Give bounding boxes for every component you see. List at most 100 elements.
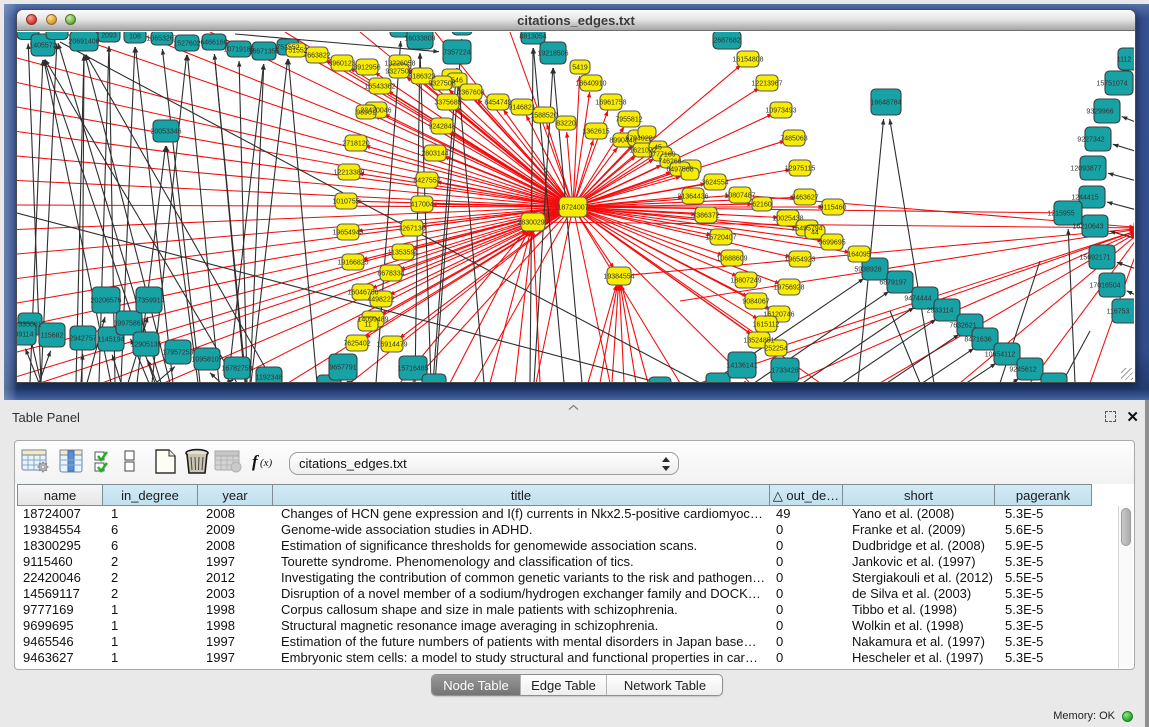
svg-text:2942757: 2942757 bbox=[69, 336, 96, 343]
svg-text:1615112: 1615112 bbox=[753, 322, 780, 329]
svg-text:115682: 115682 bbox=[41, 333, 64, 340]
svg-text:16046756: 16046756 bbox=[347, 290, 378, 297]
svg-text:13226058: 13226058 bbox=[384, 61, 415, 68]
svg-text:9657791: 9657791 bbox=[329, 365, 356, 372]
svg-text:16120746: 16120746 bbox=[763, 312, 794, 319]
svg-text:10025438: 10025438 bbox=[772, 216, 803, 223]
svg-text:18807249: 18807249 bbox=[730, 278, 761, 285]
svg-text:1112: 1112 bbox=[1117, 57, 1132, 64]
svg-text:5419: 5419 bbox=[572, 65, 588, 72]
svg-text:11353594: 11353594 bbox=[388, 250, 419, 257]
svg-text:17016504: 17016504 bbox=[1089, 283, 1120, 290]
svg-text:19384554: 19384554 bbox=[603, 274, 634, 281]
svg-text:6794028: 6794028 bbox=[625, 136, 652, 143]
svg-text:16033809: 16033809 bbox=[404, 36, 435, 43]
svg-text:17957253: 17957253 bbox=[162, 350, 193, 357]
svg-text:3624554: 3624554 bbox=[701, 180, 728, 187]
svg-text:20691406: 20691406 bbox=[68, 39, 99, 46]
svg-text:9242848: 9242848 bbox=[428, 124, 455, 131]
svg-text:3267130: 3267130 bbox=[398, 226, 425, 233]
svg-text:11: 11 bbox=[364, 322, 371, 329]
svg-text:2367608: 2367608 bbox=[457, 90, 484, 97]
svg-text:2687682: 2687682 bbox=[713, 38, 740, 45]
svg-text:98901: 98901 bbox=[356, 110, 376, 117]
svg-text:7625402: 7625402 bbox=[343, 341, 370, 348]
svg-text:10654112: 10654112 bbox=[985, 352, 1016, 359]
svg-text:1405572: 1405572 bbox=[29, 43, 56, 50]
svg-text:19166825: 19166825 bbox=[337, 260, 368, 267]
svg-text:7386372: 7386372 bbox=[692, 213, 719, 220]
svg-text:252254: 252254 bbox=[764, 346, 787, 353]
svg-text:19756928: 19756928 bbox=[773, 285, 804, 292]
svg-text:1527602: 1527602 bbox=[173, 41, 200, 48]
svg-text:6879197: 6879197 bbox=[879, 280, 906, 287]
svg-text:164095: 164095 bbox=[847, 252, 870, 259]
svg-text:1362615: 1362615 bbox=[582, 129, 609, 136]
svg-text:8813054: 8813054 bbox=[519, 34, 546, 41]
svg-text:f: f bbox=[252, 452, 260, 471]
svg-text:45: 45 bbox=[654, 145, 662, 152]
svg-text:2093: 2093 bbox=[101, 33, 117, 40]
svg-text:13524851: 13524851 bbox=[743, 338, 774, 345]
svg-text:417004: 417004 bbox=[410, 202, 433, 209]
svg-text:0699695: 0699695 bbox=[818, 240, 845, 247]
svg-text:14099489: 14099489 bbox=[357, 317, 388, 324]
svg-text:7955812: 7955812 bbox=[615, 117, 642, 124]
svg-text:108: 108 bbox=[129, 34, 141, 41]
svg-text:21364436: 21364436 bbox=[677, 194, 708, 201]
svg-text:9227342: 9227342 bbox=[1077, 137, 1104, 144]
svg-text:116753: 116753 bbox=[1107, 309, 1130, 316]
svg-text:15716485: 15716485 bbox=[397, 366, 428, 373]
svg-text:19654943: 19654943 bbox=[332, 230, 363, 237]
svg-text:1244415: 1244415 bbox=[1071, 195, 1098, 202]
svg-text:7485063: 7485063 bbox=[780, 136, 807, 143]
svg-text:12905135: 12905135 bbox=[130, 342, 161, 349]
svg-text:1215955: 1215955 bbox=[1047, 211, 1074, 218]
svg-text:10958107: 10958107 bbox=[191, 357, 222, 364]
svg-text:(x): (x) bbox=[260, 457, 273, 469]
svg-text:1588520: 1588520 bbox=[530, 113, 557, 120]
svg-text:62160: 62160 bbox=[752, 202, 772, 209]
svg-text:9146821: 9146821 bbox=[508, 105, 535, 112]
svg-text:16210643: 16210643 bbox=[1072, 224, 1103, 231]
svg-text:16782759: 16782759 bbox=[221, 366, 252, 373]
svg-text:4498222: 4498222 bbox=[367, 297, 394, 304]
svg-text:1010755: 1010755 bbox=[332, 199, 359, 206]
svg-text:83220: 83220 bbox=[556, 121, 576, 128]
svg-text:10688609: 10688609 bbox=[716, 256, 747, 263]
svg-text:16671355: 16671355 bbox=[248, 49, 279, 56]
svg-text:20206576: 20206576 bbox=[90, 298, 121, 305]
svg-text:16154808: 16154808 bbox=[732, 57, 763, 64]
svg-text:15720407: 15720407 bbox=[705, 235, 736, 242]
svg-text:746266: 746266 bbox=[658, 159, 681, 166]
svg-text:16543362: 16543362 bbox=[364, 84, 395, 91]
svg-text:3375685: 3375685 bbox=[434, 100, 461, 107]
svg-text:9084067: 9084067 bbox=[742, 299, 769, 306]
svg-text:9463627: 9463627 bbox=[791, 195, 818, 202]
svg-text:1192348: 1192348 bbox=[256, 375, 283, 382]
svg-text:2718120: 2718120 bbox=[342, 141, 369, 148]
svg-text:7357224: 7357224 bbox=[443, 50, 470, 57]
svg-text:6466160: 6466160 bbox=[200, 40, 227, 47]
svg-text:8427552: 8427552 bbox=[413, 178, 440, 185]
svg-text:18724007: 18724007 bbox=[557, 205, 588, 212]
svg-text:16914479: 16914479 bbox=[376, 342, 407, 349]
svg-text:12093877: 12093877 bbox=[1070, 166, 1101, 173]
svg-text:12213389: 12213389 bbox=[333, 170, 364, 177]
svg-text:1733426: 1733426 bbox=[771, 368, 798, 375]
svg-text:2803144: 2803144 bbox=[421, 151, 448, 158]
svg-text:9777169: 9777169 bbox=[648, 152, 675, 159]
svg-text:8678334: 8678334 bbox=[377, 271, 404, 278]
svg-text:39975867: 39975867 bbox=[113, 321, 144, 328]
svg-text:9327508: 9327508 bbox=[428, 81, 455, 88]
svg-text:18640910: 18640910 bbox=[575, 81, 606, 88]
svg-text:9329966: 9329966 bbox=[1086, 109, 1113, 116]
svg-text:9474444: 9474444 bbox=[904, 296, 931, 303]
svg-text:8912956: 8912956 bbox=[353, 65, 380, 72]
svg-text:16648784: 16648784 bbox=[870, 100, 901, 107]
svg-text:7663822: 7663822 bbox=[303, 53, 330, 60]
svg-text:6497568: 6497568 bbox=[666, 167, 693, 174]
svg-text:8960123: 8960123 bbox=[328, 61, 355, 68]
svg-text:8471636: 8471636 bbox=[964, 337, 991, 344]
svg-text:28300293: 28300293 bbox=[517, 220, 548, 227]
